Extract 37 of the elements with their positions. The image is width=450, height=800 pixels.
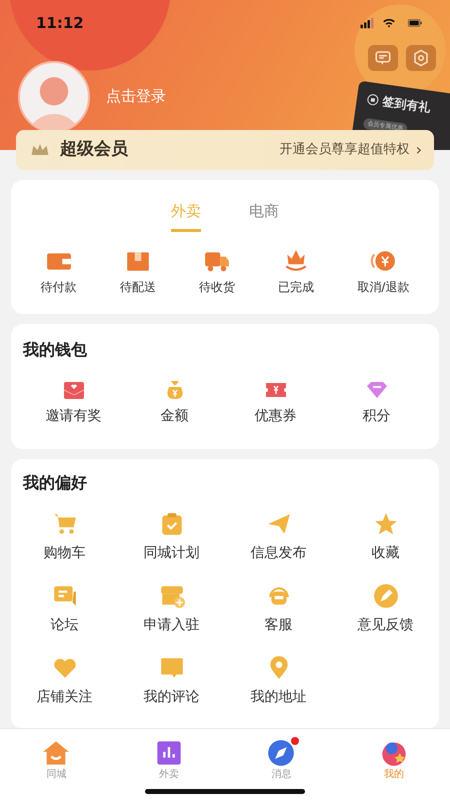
wallet-item[interactable]: 积分 [336,378,416,426]
wallet-item[interactable]: 金额 [134,378,214,426]
compass-icon [267,739,296,767]
order-status-item[interactable]: 待收货 [198,248,235,296]
vip-title: 超级会员 [60,138,128,162]
wallet-item[interactable]: 邀请有奖 [34,378,114,426]
section-title: 我的偏好 [22,472,88,494]
preference-item[interactable]: 收藏 [372,510,400,582]
preference-item[interactable]: 申请入驻 [144,582,200,654]
preference-item[interactable]: 店铺关注 [36,654,92,726]
preference-item[interactable]: 同城计划 [144,510,200,582]
house-icon [42,739,70,767]
order-status-item[interactable]: 取消/退款 [357,248,410,296]
preference-item[interactable]: 我的地址 [250,654,306,726]
wallet-item[interactable]: 优惠券 [236,378,316,426]
message-icon [374,48,392,66]
settings-button[interactable] [406,44,436,70]
preference-item[interactable]: 客服 [264,582,292,654]
vip-banner[interactable]: 超级会员 开通会员尊享超值特权 › [16,130,434,170]
settings-icon [412,48,430,66]
order-tab[interactable]: 电商 [249,200,279,232]
preference-item[interactable]: 购物车 [44,510,86,582]
status-time: 11:12 [36,13,84,34]
order-status-item[interactable]: 待配送 [120,248,156,296]
preference-item[interactable]: 我的评论 [144,654,200,726]
wifi-icon [380,16,398,30]
preference-item[interactable]: 论坛 [50,582,78,654]
checkin-title: 签到有礼 [382,93,432,117]
preference-item[interactable]: 意见反馈 [358,582,414,654]
signal-icon [358,16,376,30]
message-button[interactable] [368,44,398,70]
order-status-item[interactable]: 待付款 [40,248,77,296]
order-status-item[interactable]: 已完成 [278,248,314,296]
preference-item[interactable]: 信息发布 [250,510,306,582]
section-title: 我的钱包 [23,338,88,360]
bar-chart-icon [154,739,183,767]
pencil-icon [372,582,400,608]
